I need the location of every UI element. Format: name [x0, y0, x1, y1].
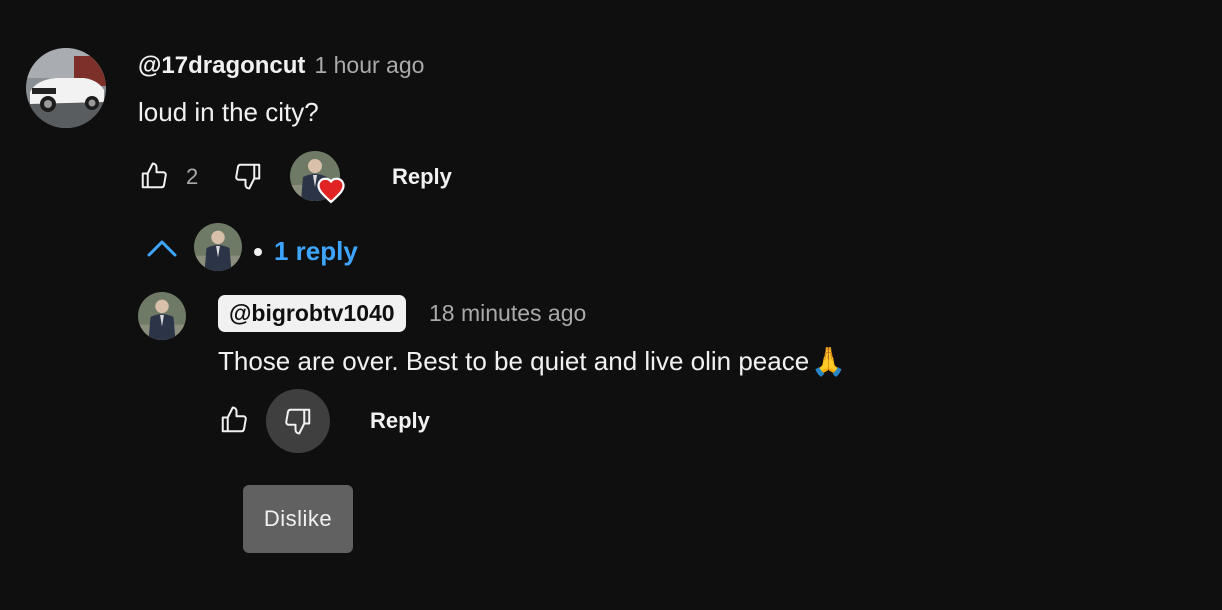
thumbs-down-icon — [285, 408, 311, 435]
comment-timestamp[interactable]: 1 hour ago — [314, 52, 424, 79]
replies-toggle-avatar — [194, 223, 242, 271]
reply-like-button[interactable] — [212, 398, 256, 442]
folded-hands-emoji: 🙏 — [811, 346, 847, 377]
replies-count-label[interactable]: 1 reply — [274, 236, 358, 267]
comment-dislike-button[interactable] — [226, 154, 270, 198]
car-avatar-image — [26, 48, 106, 128]
heart-icon — [316, 175, 346, 205]
comment-text: loud in the city? — [138, 97, 319, 127]
thumbs-up-icon — [141, 162, 167, 189]
comment-author-avatar[interactable] — [26, 48, 106, 128]
thumbs-up-icon — [221, 406, 247, 433]
chevron-up-icon — [140, 236, 184, 260]
reply-timestamp[interactable]: 18 minutes ago — [429, 300, 586, 327]
tooltip-text: Dislike — [263, 506, 333, 531]
comment-like-count: 2 — [186, 164, 199, 189]
reply-avatar-image — [138, 292, 186, 340]
reply-dislike-button[interactable] — [266, 389, 330, 453]
reply-reply-button[interactable]: Reply — [370, 408, 430, 434]
reply-author-avatar-image — [194, 223, 242, 271]
reply-author-avatar[interactable] — [138, 292, 186, 340]
comment-author-name[interactable]: @17dragoncut — [138, 52, 305, 80]
comment-reply-button[interactable]: Reply — [392, 164, 452, 190]
separator-dot — [254, 248, 262, 256]
dislike-tooltip: Dislike — [243, 485, 353, 553]
replies-toggle[interactable] — [140, 222, 184, 274]
reply-author-name[interactable]: @bigrobtv1040 — [218, 295, 406, 332]
reply-text: Those are over. Best to be quiet and liv… — [218, 346, 810, 376]
thumbs-down-icon — [235, 163, 261, 190]
comment-like-button[interactable] — [132, 154, 176, 198]
